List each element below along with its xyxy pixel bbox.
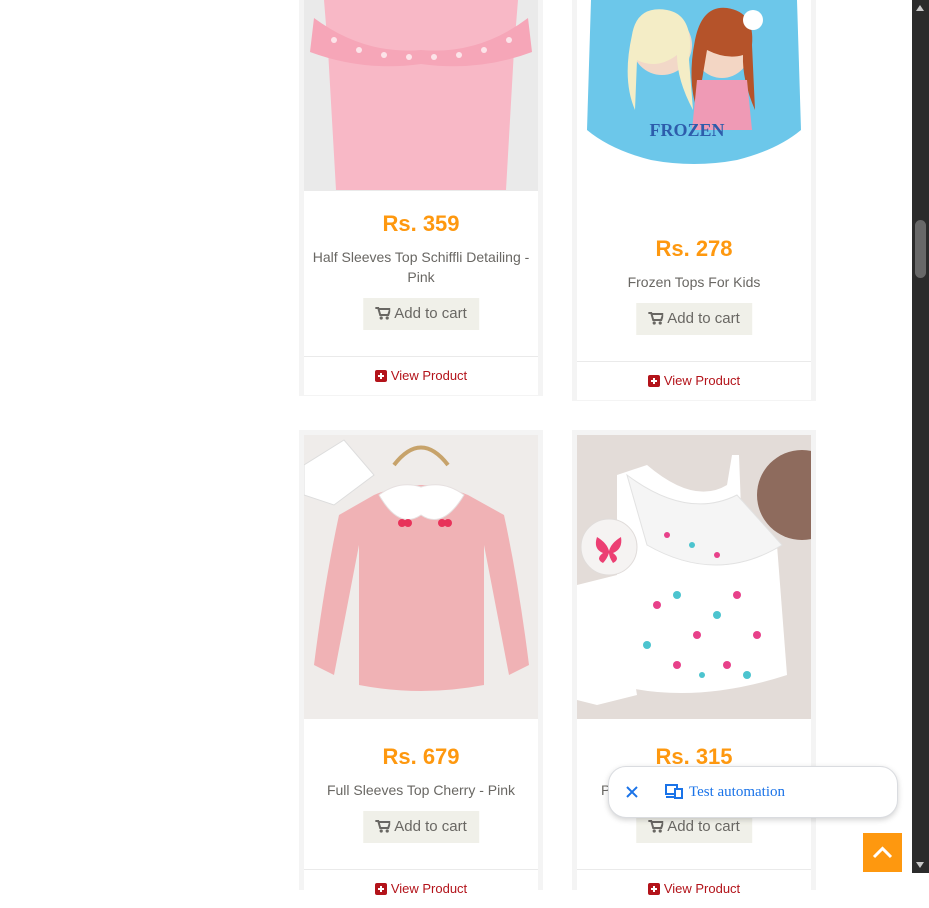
scroll-to-top-button[interactable]: [863, 833, 902, 872]
toast-label: Test automation: [665, 783, 785, 801]
view-product-link[interactable]: View Product: [304, 869, 538, 908]
view-product-label: View Product: [390, 368, 468, 383]
shopping-cart-icon: [648, 820, 665, 833]
devices-icon: [665, 784, 683, 799]
view-product-link[interactable]: View Product: [577, 361, 811, 400]
plus-square-icon: [374, 370, 387, 382]
toast-text: Test automation: [689, 784, 786, 800]
add-to-cart-button[interactable]: Add to cart: [636, 303, 752, 335]
product-name: Full Sleeves Top Cherry - Pink: [326, 782, 516, 798]
plus-square-icon: [374, 883, 387, 895]
automation-toast: Test automation: [608, 766, 898, 818]
view-product-link[interactable]: View Product: [304, 356, 538, 395]
add-to-cart-label: Add to cart: [394, 305, 467, 322]
product-price: Rs. 359: [382, 211, 460, 236]
view-product-label: View Product: [663, 373, 741, 388]
add-to-cart-button[interactable]: Add to cart: [363, 298, 479, 330]
shopping-cart-icon: [375, 307, 392, 320]
scrollbar-thumb[interactable]: [915, 220, 926, 278]
product-price: Rs. 679: [382, 744, 460, 769]
chevron-up-icon: [872, 846, 893, 859]
add-to-cart-label: Add to cart: [667, 310, 740, 327]
vertical-scrollbar[interactable]: [912, 0, 929, 873]
product-card: Rs. 359 Half Sleeves Top Schiffli Detail…: [299, 0, 543, 396]
product-image[interactable]: [304, 0, 538, 191]
product-card: Rs. 679 Full Sleeves Top Cherry - Pink A…: [299, 430, 543, 908]
add-to-cart-label: Add to cart: [394, 818, 467, 835]
view-product-link[interactable]: View Product: [577, 869, 811, 908]
view-product-label: View Product: [663, 881, 741, 896]
view-product-label: View Product: [390, 881, 468, 896]
scroll-up-arrow[interactable]: [916, 5, 924, 11]
product-name: Half Sleeves Top Schiffli Detailing - Pi…: [312, 249, 530, 285]
product-image[interactable]: [577, 435, 811, 719]
product-name: Frozen Tops For Kids: [627, 274, 761, 290]
plus-square-icon: [647, 375, 660, 387]
product-image[interactable]: FROZEN: [577, 0, 811, 196]
product-card: FROZEN Rs. 278 Frozen Tops For Kids Add …: [572, 0, 816, 401]
shopping-cart-icon: [648, 312, 665, 325]
shopping-cart-icon: [375, 820, 392, 833]
add-to-cart-label: Add to cart: [667, 818, 740, 835]
product-price: Rs. 278: [655, 236, 733, 261]
product-card: Rs. 315 Pri Add to cart View Product: [572, 430, 816, 908]
close-icon[interactable]: [623, 783, 641, 801]
svg-text:FROZEN: FROZEN: [649, 120, 724, 140]
add-to-cart-button[interactable]: Add to cart: [363, 811, 479, 843]
product-image[interactable]: [304, 435, 538, 719]
plus-square-icon: [647, 883, 660, 895]
scroll-down-arrow[interactable]: [916, 862, 924, 868]
